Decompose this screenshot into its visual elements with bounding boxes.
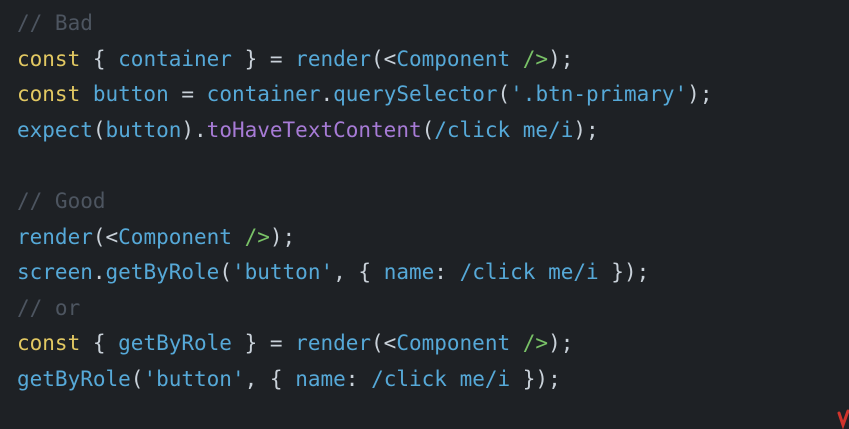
code-token: } = <box>231 46 296 71</box>
code-token: /> <box>231 224 270 249</box>
code-token: getByRole <box>118 331 232 356</box>
code-token: { <box>80 46 119 71</box>
code-token: container <box>206 82 321 107</box>
code-token: ( <box>92 117 106 142</box>
code-token: ( <box>130 366 144 391</box>
code-token: 'button' <box>143 366 245 391</box>
code-token: }); <box>598 260 650 285</box>
code-token: button <box>105 117 182 142</box>
code-token: querySelector <box>333 82 498 107</box>
code-token: = <box>168 82 207 107</box>
code-token: Component <box>396 46 511 71</box>
code-token: ); <box>573 117 599 142</box>
code-token: ); <box>548 46 574 71</box>
code-token: }); <box>510 366 561 391</box>
code-token: , { <box>244 366 296 391</box>
code-token: : <box>345 366 372 391</box>
code-token: . <box>320 82 334 107</box>
code-token: button <box>80 82 169 107</box>
code-token: ( <box>497 82 511 107</box>
code-token: /click me/i <box>371 366 511 391</box>
code-token: toHaveTextContent <box>206 117 422 142</box>
code-token: const <box>17 46 81 71</box>
code-token: render <box>295 46 372 71</box>
code-token: /click me/i <box>434 117 574 142</box>
code-token: getByRole <box>17 366 131 391</box>
code-token: Component <box>396 331 511 356</box>
code-token: // Bad <box>17 11 93 35</box>
code-token: Component <box>118 224 232 249</box>
code-token: ). <box>181 117 207 142</box>
code-token: render <box>295 331 372 356</box>
code-token: getByRole <box>105 260 220 285</box>
code-token: ); <box>687 82 713 107</box>
code-token: // or <box>17 295 81 320</box>
code-token: // Good <box>17 188 106 213</box>
code-token: /click me/i <box>459 260 599 285</box>
code-token: . <box>92 260 106 285</box>
code-token: , { <box>333 260 384 285</box>
code-token: /> <box>510 331 549 356</box>
code-line-3: const button = container.querySelector('… <box>17 77 849 113</box>
code-token: 'button' <box>231 260 334 285</box>
code-token: /> <box>510 46 549 71</box>
code-token: container <box>118 46 232 71</box>
code-line-9: // or <box>17 291 849 327</box>
code-block: // Bad const { container } = render(<Comp… <box>17 6 849 398</box>
code-line-8: screen.getByRole('button', { name: /clic… <box>17 255 849 291</box>
code-line-10: const { getByRole } = render(<Component … <box>17 326 849 362</box>
code-token: (< <box>92 224 119 249</box>
code-line-6: // Good <box>17 184 849 220</box>
code-token: (< <box>371 331 397 356</box>
code-token: (< <box>371 46 397 71</box>
code-token: ( <box>219 260 232 285</box>
code-token: ( <box>421 117 435 142</box>
code-token: name <box>295 366 346 391</box>
code-line-7: render(<Component />); <box>17 220 849 256</box>
code-token: '.btn-primary' <box>510 82 688 107</box>
code-line-11: getByRole('button', { name: /click me/i … <box>17 362 849 398</box>
code-token: } = <box>231 331 296 356</box>
code-line-4: expect(button).toHaveTextContent(/click … <box>17 113 849 149</box>
code-line-2: const { container } = render(<Component … <box>17 42 849 78</box>
code-token: : <box>434 260 460 285</box>
code-line-1: // Bad <box>17 6 849 42</box>
code-token: const <box>17 331 81 356</box>
code-token: expect <box>17 117 93 142</box>
red-cursor-mark-icon <box>837 409 849 429</box>
code-token: name <box>383 260 435 285</box>
code-token: const <box>17 82 81 107</box>
code-token: screen <box>17 260 93 285</box>
code-token: render <box>17 224 93 249</box>
code-token: ); <box>269 224 296 249</box>
code-line-5: ​ <box>17 148 849 184</box>
code-editor: // Bad const { container } = render(<Comp… <box>0 0 849 429</box>
code-token: ); <box>548 331 574 356</box>
code-token: { <box>80 331 119 356</box>
